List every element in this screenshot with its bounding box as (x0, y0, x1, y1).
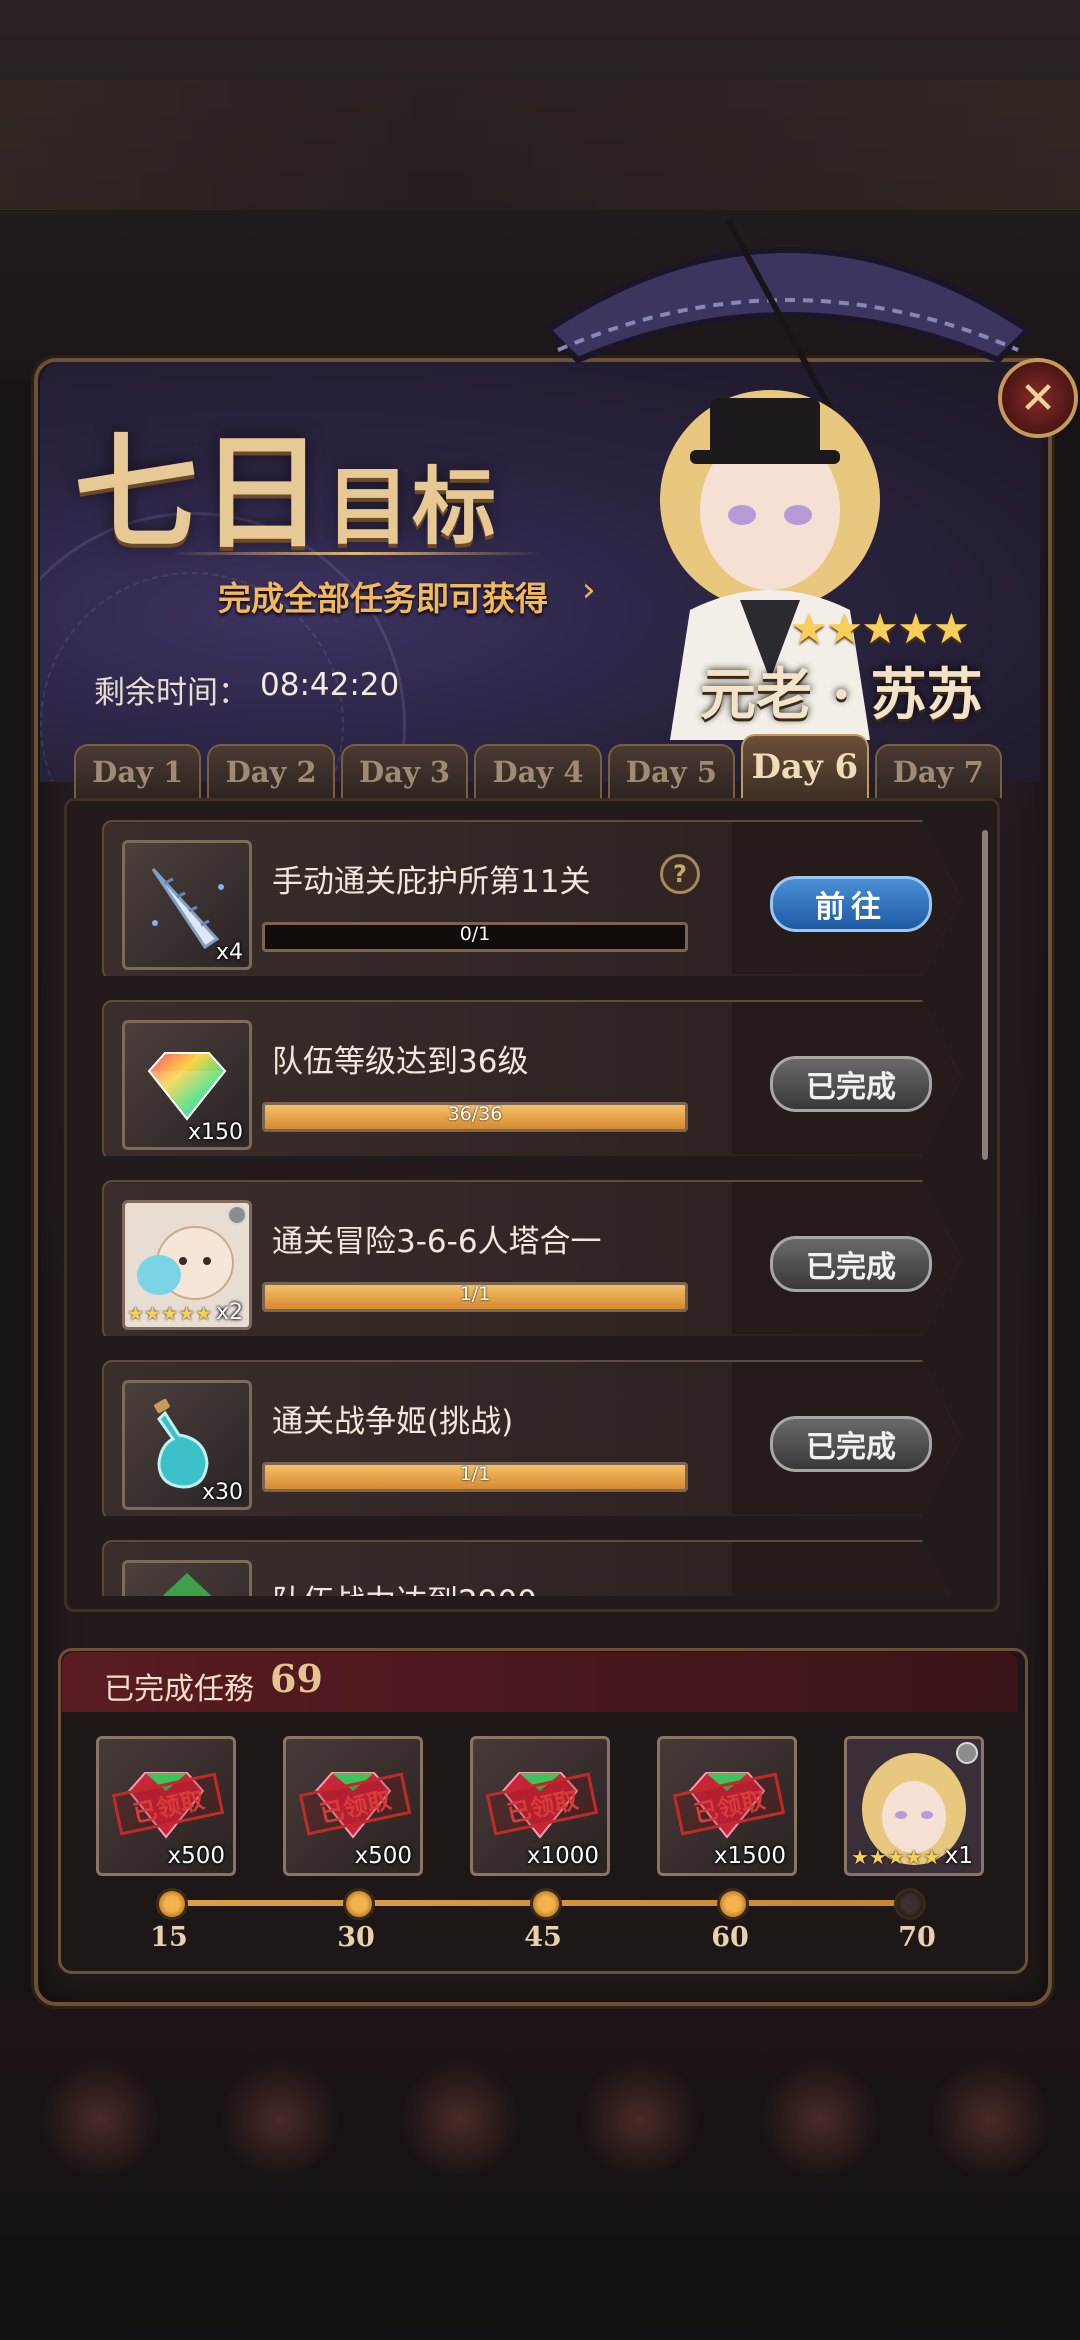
completed-tasks-label: 已完成任務 (104, 1672, 254, 1707)
character-name: 元老 · 苏苏 (700, 662, 983, 728)
event-title: 七日目标 (74, 421, 499, 566)
task-row: 队伍战力达到2900 (102, 1540, 962, 1596)
close-icon: ✕ (1019, 372, 1057, 424)
completed-button[interactable]: 已完成 (770, 1236, 932, 1292)
event-subtitle[interactable]: 完成全部任务即可获得 (218, 572, 548, 620)
task-progress-bar: 36/36 (262, 1102, 688, 1132)
task-title: 通关战争姬(挑战) (272, 1404, 514, 1440)
task-row: x150 队伍等级达到36级 36/36 已完成 (102, 1000, 962, 1156)
task-action-area (732, 1542, 960, 1596)
milestone-reward-item[interactable]: ★★★★★ x1 (844, 1736, 984, 1876)
reward-item[interactable]: x4 (122, 840, 252, 970)
milestone-node (717, 1888, 749, 1920)
reward-item[interactable]: ★★★★★ x2 (122, 1200, 252, 1330)
progress-text: 1/1 (459, 1283, 491, 1305)
reward-quantity: x1 (944, 1843, 973, 1869)
reward-quantity: x4 (215, 940, 243, 965)
background-bottom (0, 2000, 1080, 2340)
close-button[interactable]: ✕ (998, 358, 1078, 438)
milestone-reward-item[interactable]: 已领取 x1500 (657, 1736, 797, 1876)
reward-quantity: x1000 (526, 1843, 599, 1869)
milestone-label: 60 (711, 1922, 749, 1953)
timer-label: 剩余时间： (94, 675, 249, 711)
progress-text: 36/36 (447, 1103, 503, 1125)
milestone-label: 15 (150, 1922, 188, 1953)
milestone-reward-item[interactable]: 已领取 x1000 (470, 1736, 610, 1876)
tab-day-6[interactable]: Day 6 (741, 734, 869, 798)
day-tabs: Day 1 Day 2 Day 3 Day 4 Day 5 Day 6 Day … (74, 734, 1002, 798)
task-row: ★★★★★ x2 通关冒险3-6-6人塔合一 1/1 已完成 (102, 1180, 962, 1336)
milestone-node (530, 1888, 562, 1920)
green-crystal-icon (162, 1573, 212, 1596)
reward-item[interactable]: x150 (122, 1020, 252, 1150)
milestone-reward-item[interactable]: 已领取 x500 (96, 1736, 236, 1876)
reward-quantity: x30 (201, 1480, 243, 1505)
tab-day-4[interactable]: Day 4 (474, 744, 602, 798)
progress-text: 0/1 (459, 923, 491, 945)
task-progress-bar: 1/1 (262, 1462, 688, 1492)
background-blur-icon (930, 2060, 1050, 2180)
tab-day-2[interactable]: Day 2 (207, 744, 335, 798)
background-blur-icon (400, 2060, 520, 2180)
task-title: 手动通关庇护所第11关 (272, 864, 591, 900)
reward-quantity: x500 (167, 1843, 225, 1869)
tab-day-5[interactable]: Day 5 (607, 744, 736, 798)
tab-day-7[interactable]: Day 7 (874, 744, 1002, 798)
completed-button[interactable]: 已完成 (770, 1416, 932, 1472)
task-progress-bar: 0/1 (262, 922, 688, 952)
reward-item[interactable] (122, 1560, 252, 1596)
completed-tasks-count: 69 (270, 1656, 323, 1701)
pet-star-rating: ★★★★★ (127, 1303, 213, 1325)
progress-text: 1/1 (459, 1463, 491, 1485)
reward-item[interactable]: x30 (122, 1380, 252, 1510)
background-blur-icon (220, 2060, 340, 2180)
reward-quantity: x500 (354, 1843, 412, 1869)
milestone-reward-item[interactable]: 已领取 x500 (283, 1736, 423, 1876)
milestone-node (156, 1888, 188, 1920)
task-title: 队伍战力达到2900 (272, 1576, 537, 1596)
timer-value: 08:42:20 (260, 667, 400, 703)
tab-day-3[interactable]: Day 3 (340, 744, 469, 798)
completed-button[interactable]: 已完成 (770, 1056, 932, 1112)
background-blur-icon (580, 2060, 700, 2180)
background-blur-icon (40, 2060, 160, 2180)
milestone-label: 45 (524, 1922, 562, 1953)
background-blur-icon (760, 2060, 880, 2180)
task-title: 通关冒险3-6-6人塔合一 (272, 1224, 602, 1260)
task-title: 队伍等级达到36级 (272, 1044, 529, 1080)
help-icon[interactable]: ? (660, 854, 700, 894)
milestone-label: 30 (337, 1922, 375, 1953)
title-divider (170, 552, 540, 555)
tab-day-1[interactable]: Day 1 (74, 744, 202, 798)
task-list-scrollbar[interactable] (982, 830, 988, 1160)
milestone-label: 70 (898, 1922, 936, 1953)
task-row-clipped: 队伍战力达到2900 (102, 1540, 962, 1596)
task-row: x30 通关战争姬(挑战) 1/1 已完成 (102, 1360, 962, 1516)
milestone-node (894, 1888, 926, 1920)
reward-quantity: x2 (215, 1300, 243, 1325)
milestone-node (343, 1888, 375, 1920)
task-progress-bar: 1/1 (262, 1282, 688, 1312)
reward-quantity: x1500 (713, 1843, 786, 1869)
reward-quantity: x150 (187, 1120, 243, 1145)
character-star-rating: ★★★★★ (790, 604, 970, 653)
reward-star-rating: ★★★★★ (851, 1845, 941, 1869)
go-button[interactable]: 前往 (770, 876, 932, 932)
background-game-hud (0, 80, 1080, 210)
task-row: x4 手动通关庇护所第11关 ? 0/1 前往 (102, 820, 962, 976)
